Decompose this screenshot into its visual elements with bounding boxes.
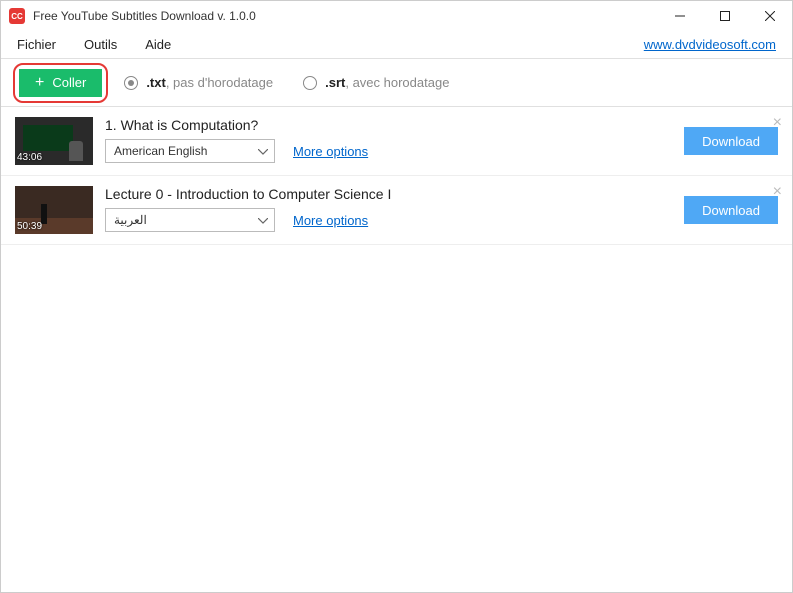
radio-srt-label: .srt, avec horodatage [325,75,449,90]
radio-circle-icon [303,76,317,90]
radio-circle-icon [124,76,138,90]
window-controls [657,1,792,31]
item-title: Lecture 0 - Introduction to Computer Sci… [105,186,672,202]
list-item: 50:39 Lecture 0 - Introduction to Comput… [1,176,792,245]
more-options-link[interactable]: More options [293,213,368,228]
radio-txt[interactable]: .txt, pas d'horodatage [124,75,273,90]
duration-label: 50:39 [17,221,42,232]
site-link[interactable]: www.dvdvideosoft.com [644,37,776,52]
language-value: American English [114,144,207,158]
titlebar: CC Free YouTube Subtitles Download v. 1.… [1,1,792,31]
item-controls: العربية More options [105,208,672,232]
radio-txt-label: .txt, pas d'horodatage [146,75,273,90]
format-radio-group: .txt, pas d'horodatage .srt, avec horoda… [124,75,479,90]
menubar: Fichier Outils Aide www.dvdvideosoft.com [1,31,792,59]
item-body: Lecture 0 - Introduction to Computer Sci… [105,186,672,232]
thumbnail[interactable]: 43:06 [15,117,93,165]
menu-help[interactable]: Aide [145,37,171,52]
more-options-link[interactable]: More options [293,144,368,159]
remove-item-button[interactable]: × [773,115,782,131]
menu-tools[interactable]: Outils [84,37,117,52]
paste-label: Coller [52,75,86,90]
language-select[interactable]: American English [105,139,275,163]
duration-label: 43:06 [17,152,42,163]
toolbar: + Coller .txt, pas d'horodatage .srt, av… [1,59,792,107]
plus-icon: + [35,75,44,91]
paste-highlight: + Coller [13,63,108,103]
language-value: العربية [114,213,147,227]
item-body: 1. What is Computation? American English… [105,117,672,163]
paste-button[interactable]: + Coller [19,69,102,97]
video-list: 43:06 1. What is Computation? American E… [1,107,792,592]
close-button[interactable] [747,1,792,31]
menu-file[interactable]: Fichier [17,37,56,52]
app-icon: CC [9,8,25,24]
minimize-button[interactable] [657,1,702,31]
chevron-down-icon [258,213,268,227]
thumbnail[interactable]: 50:39 [15,186,93,234]
maximize-button[interactable] [702,1,747,31]
item-title: 1. What is Computation? [105,117,672,133]
list-item: 43:06 1. What is Computation? American E… [1,107,792,176]
download-button[interactable]: Download [684,127,778,155]
window-title: Free YouTube Subtitles Download v. 1.0.0 [33,9,256,23]
language-select[interactable]: العربية [105,208,275,232]
remove-item-button[interactable]: × [773,184,782,200]
chevron-down-icon [258,144,268,158]
download-button[interactable]: Download [684,196,778,224]
item-controls: American English More options [105,139,672,163]
radio-srt[interactable]: .srt, avec horodatage [303,75,449,90]
